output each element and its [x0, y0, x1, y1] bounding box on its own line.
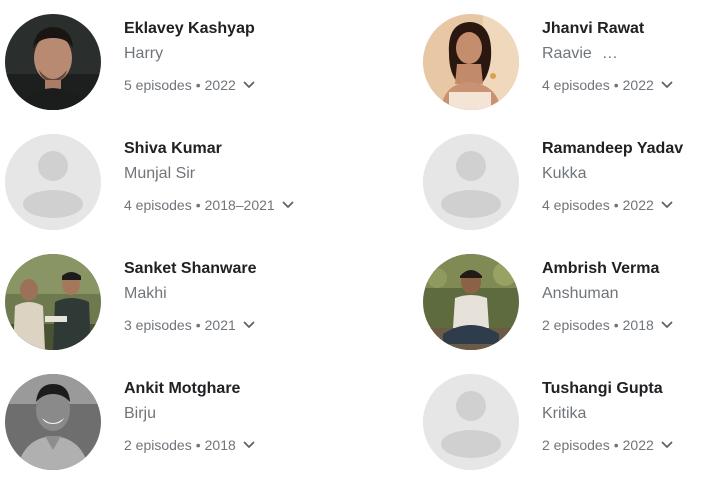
- person-placeholder-icon: [423, 134, 519, 230]
- episode-years: 2018–2021: [204, 197, 275, 213]
- cast-avatar-photo: [5, 254, 101, 350]
- cast-avatar-photo: [5, 14, 101, 110]
- cast-card[interactable]: Ankit Motghare Birju 2 episodes • 2018: [5, 374, 305, 474]
- cast-card[interactable]: Jhanvi Rawat Raavie … 4 episodes • 2022: [423, 14, 701, 114]
- chevron-down-icon[interactable]: [281, 198, 295, 212]
- cast-info: Ambrish Verma Anshuman 2 episodes • 2018: [542, 259, 701, 334]
- meta-separator: •: [613, 197, 619, 213]
- cast-card[interactable]: Tushangi Gupta Kritika 2 episodes • 2022: [423, 374, 701, 474]
- cast-meta[interactable]: 2 episodes • 2022: [542, 436, 701, 454]
- meta-separator: •: [613, 77, 619, 93]
- cast-meta[interactable]: 2 episodes • 2018: [124, 436, 384, 454]
- meta-separator: •: [613, 437, 619, 453]
- cast-info: Shiva Kumar Munjal Sir 4 episodes • 2018…: [124, 139, 384, 214]
- episode-years: 2018: [622, 317, 654, 333]
- chevron-down-icon[interactable]: [242, 438, 256, 452]
- chevron-down-icon[interactable]: [660, 438, 674, 452]
- cast-meta[interactable]: 2 episodes • 2018: [542, 316, 701, 334]
- cast-role: Harry: [124, 45, 164, 62]
- cast-info: Eklavey Kashyap Harry 5 episodes • 2022: [124, 19, 384, 94]
- episode-years: 2021: [204, 317, 236, 333]
- episode-count: 4 episodes: [542, 77, 610, 93]
- cast-meta[interactable]: 4 episodes • 2022: [542, 76, 701, 94]
- cast-name: Tushangi Gupta: [542, 380, 663, 397]
- cast-info: Ramandeep Yadav Kukka 4 episodes • 2022: [542, 139, 701, 214]
- cast-grid: Eklavey Kashyap Harry 5 episodes • 2022: [0, 0, 701, 484]
- cast-role: Makhi: [124, 285, 167, 302]
- episode-count: 2 episodes: [542, 437, 610, 453]
- cast-role: Birju: [124, 405, 157, 422]
- cast-card[interactable]: Eklavey Kashyap Harry 5 episodes • 2022: [5, 14, 305, 114]
- cast-card[interactable]: Ambrish Verma Anshuman 2 episodes • 2018: [423, 254, 701, 354]
- episode-years: 2022: [622, 437, 654, 453]
- episode-years: 2022: [204, 77, 236, 93]
- cast-avatar-placeholder: [5, 134, 101, 230]
- cast-name: Ankit Motghare: [124, 380, 241, 397]
- episode-count: 5 episodes: [124, 77, 192, 93]
- cast-meta[interactable]: 3 episodes • 2021: [124, 316, 384, 334]
- cast-card[interactable]: Shiva Kumar Munjal Sir 4 episodes • 2018…: [5, 134, 305, 234]
- cast-name: Jhanvi Rawat: [542, 20, 645, 37]
- cast-avatar-photo: [423, 14, 519, 110]
- episode-count: 4 episodes: [124, 197, 192, 213]
- episode-count: 2 episodes: [542, 317, 610, 333]
- episode-years: 2022: [622, 77, 654, 93]
- meta-separator: •: [195, 77, 201, 93]
- cast-role: Munjal Sir: [124, 165, 196, 182]
- meta-separator: •: [195, 317, 201, 333]
- episode-count: 3 episodes: [124, 317, 192, 333]
- chevron-down-icon[interactable]: [660, 78, 674, 92]
- chevron-down-icon[interactable]: [660, 318, 674, 332]
- episode-count: 2 episodes: [124, 437, 192, 453]
- cast-meta[interactable]: 5 episodes • 2022: [124, 76, 384, 94]
- cast-name: Ambrish Verma: [542, 260, 660, 277]
- cast-role: Raavie …: [542, 44, 701, 64]
- cast-avatar-photo: [423, 254, 519, 350]
- cast-role: Kritika: [542, 405, 587, 422]
- meta-separator: •: [195, 437, 201, 453]
- chevron-down-icon[interactable]: [660, 198, 674, 212]
- chevron-down-icon[interactable]: [242, 318, 256, 332]
- cast-name: Ramandeep Yadav: [542, 140, 684, 157]
- chevron-down-icon[interactable]: [242, 78, 256, 92]
- meta-separator: •: [195, 197, 201, 213]
- cast-name: Sanket Shanware: [124, 260, 257, 277]
- episode-years: 2018: [204, 437, 236, 453]
- episode-years: 2022: [622, 197, 654, 213]
- cast-name: Eklavey Kashyap: [124, 20, 255, 37]
- cast-info: Ankit Motghare Birju 2 episodes • 2018: [124, 379, 384, 454]
- cast-avatar-placeholder: [423, 134, 519, 230]
- meta-separator: •: [613, 317, 619, 333]
- cast-name: Shiva Kumar: [124, 140, 222, 157]
- person-placeholder-icon: [423, 374, 519, 470]
- role-ellipsis: …: [601, 45, 619, 62]
- cast-info: Jhanvi Rawat Raavie … 4 episodes • 2022: [542, 19, 701, 94]
- cast-info: Tushangi Gupta Kritika 2 episodes • 2022: [542, 379, 701, 454]
- cast-role: Kukka: [542, 165, 587, 182]
- cast-role-text: Raavie: [542, 45, 592, 62]
- cast-info: Sanket Shanware Makhi 3 episodes • 2021: [124, 259, 384, 334]
- cast-card[interactable]: Ramandeep Yadav Kukka 4 episodes • 2022: [423, 134, 701, 234]
- cast-avatar-placeholder: [423, 374, 519, 470]
- cast-card[interactable]: Sanket Shanware Makhi 3 episodes • 2021: [5, 254, 305, 354]
- cast-role: Anshuman: [542, 285, 619, 302]
- episode-count: 4 episodes: [542, 197, 610, 213]
- person-placeholder-icon: [5, 134, 101, 230]
- cast-meta[interactable]: 4 episodes • 2022: [542, 196, 701, 214]
- cast-meta[interactable]: 4 episodes • 2018–2021: [124, 196, 384, 214]
- cast-avatar-photo: [5, 374, 101, 470]
